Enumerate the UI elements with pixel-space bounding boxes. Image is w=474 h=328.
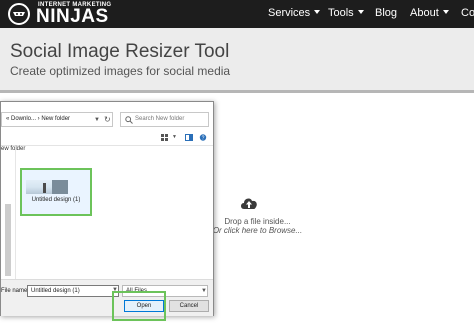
nav-pane-scrollbar[interactable] — [5, 204, 11, 276]
logo-wordmark: NINJAS — [36, 6, 109, 27]
file-name-field-label: File name: — [1, 288, 30, 294]
view-options-icon[interactable] — [161, 134, 169, 141]
refresh-icon[interactable]: ↻ — [104, 115, 111, 124]
file-open-dialog: « Downlo... › New folder ▼ ↻ Search New … — [0, 101, 214, 316]
nav-item-label: Tools — [328, 7, 354, 19]
preview-pane-icon[interactable] — [185, 134, 193, 141]
search-placeholder: Search New folder — [135, 116, 185, 122]
thumbnail-figure — [43, 183, 46, 193]
nav-item-blog[interactable]: Blog — [375, 7, 397, 19]
nav-pane-folder[interactable]: ew folder — [1, 146, 25, 152]
help-icon[interactable]: ? — [199, 134, 207, 141]
chevron-down-icon — [442, 10, 449, 14]
logo-ninja-icon — [8, 3, 30, 25]
nav-item-label: About — [410, 7, 439, 19]
address-path: « Downlo... › New folder — [6, 116, 71, 122]
address-bar-row: « Downlo... › New folder ▼ ↻ Search New … — [1, 112, 213, 128]
chevron-down-icon: ▼ — [201, 288, 207, 294]
nav-item-about[interactable]: About — [410, 7, 449, 19]
nav-item-services[interactable]: Services — [268, 7, 321, 19]
header-divider — [0, 90, 474, 93]
nav-item-tools[interactable]: Tools — [328, 7, 364, 19]
file-name-input[interactable]: Untitled design (1) — [27, 285, 119, 297]
thumbnail-shadow — [52, 180, 68, 194]
page-title: Social Image Resizer Tool — [10, 41, 230, 62]
dropzone-text[interactable]: Drop a file inside... — [200, 217, 315, 226]
pane-divider — [15, 146, 16, 279]
open-button-highlight — [112, 291, 166, 321]
dialog-toolbar: ▼ ? — [1, 132, 213, 144]
top-navbar: INTERNET MARKETING NINJAS Services Tools… — [0, 0, 474, 28]
search-icon — [125, 116, 133, 124]
file-thumbnail — [26, 180, 68, 194]
dialog-footer: File name: Untitled design (1) ▼ All Fil… — [1, 279, 213, 316]
file-name-value: Untitled design (1) — [31, 288, 80, 294]
nav-item-label: Co — [461, 7, 474, 19]
search-folder-input[interactable]: Search New folder — [120, 112, 209, 127]
file-item[interactable]: Untitled design (1) — [20, 168, 92, 216]
nav-item-label: Blog — [375, 7, 398, 19]
browse-link[interactable]: Or click here to Browse... — [200, 226, 315, 235]
chevron-down-icon[interactable]: ▼ — [94, 117, 100, 123]
cloud-upload-icon[interactable] — [239, 195, 259, 211]
file-name-label: Untitled design (1) — [31, 197, 81, 203]
svg-text:?: ? — [202, 136, 205, 142]
nav-item-contact[interactable]: Co — [461, 7, 474, 19]
cancel-button[interactable]: Cancel — [169, 300, 209, 312]
chevron-down-icon — [357, 10, 364, 14]
chevron-down-icon[interactable]: ▼ — [172, 134, 180, 141]
site-logo[interactable]: INTERNET MARKETING NINJAS — [8, 2, 111, 27]
cancel-button-label: Cancel — [179, 303, 199, 309]
file-list-area: ew folder Untitled design (1) — [1, 145, 213, 279]
address-bar[interactable]: « Downlo... › New folder ▼ ↻ — [1, 112, 113, 127]
page-header: Social Image Resizer Tool Create optimiz… — [0, 28, 474, 90]
nav-item-label: Services — [268, 7, 311, 19]
page-subtitle: Create optimized images for social media — [10, 64, 231, 78]
chevron-down-icon — [314, 10, 321, 14]
